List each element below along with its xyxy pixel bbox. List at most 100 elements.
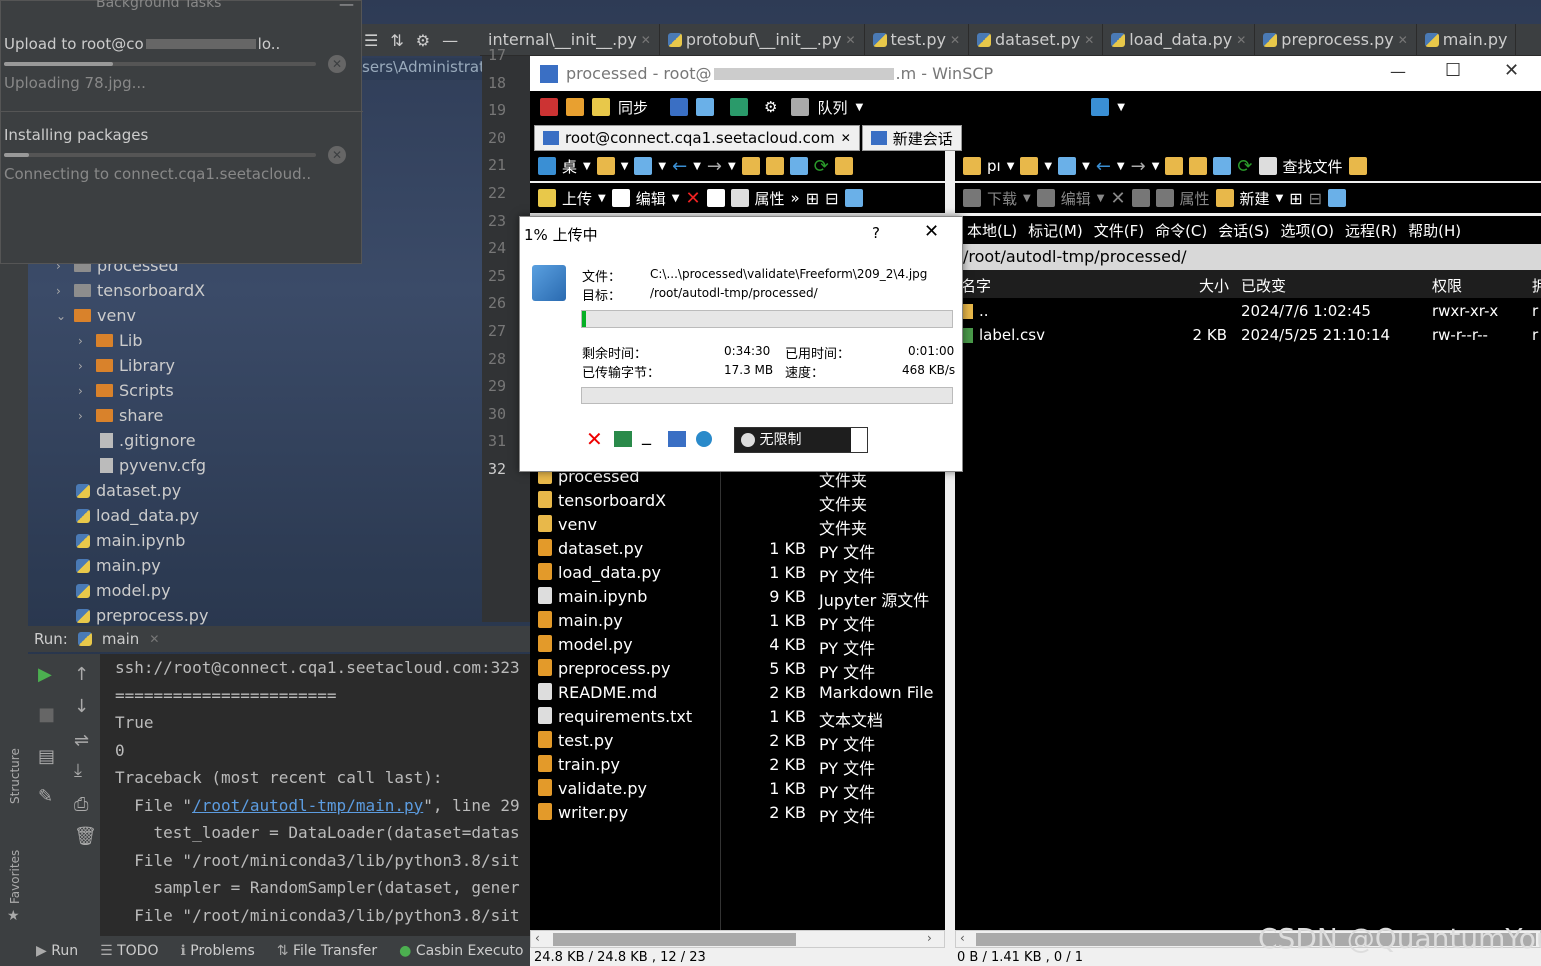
local-hscrollbar[interactable]: ‹ › bbox=[530, 930, 945, 948]
local-file-row[interactable]: preprocess.py 5 KB PY 文件 bbox=[530, 658, 945, 682]
root-dir-icon[interactable] bbox=[1189, 157, 1208, 175]
parent-dir-icon[interactable] bbox=[1165, 157, 1184, 175]
console-icon[interactable] bbox=[670, 98, 689, 116]
local-file-row[interactable]: test.py 2 KB PY 文件 bbox=[530, 730, 945, 754]
scroll-left-icon[interactable]: ‹ bbox=[535, 931, 540, 945]
find-files-button[interactable]: 查找文件 bbox=[1283, 156, 1343, 177]
open-folder-icon[interactable] bbox=[1020, 157, 1039, 175]
scroll-end-icon[interactable]: ⤓ bbox=[74, 760, 82, 781]
putty-icon[interactable] bbox=[696, 98, 715, 116]
root-dir-icon[interactable] bbox=[765, 157, 784, 175]
tree-item[interactable]: model.py bbox=[76, 581, 171, 600]
rename-icon[interactable] bbox=[706, 189, 725, 207]
editor-tab[interactable]: load_data.py ✕ bbox=[1103, 23, 1256, 56]
editor-tab[interactable]: test.py ✕ bbox=[865, 23, 969, 56]
refresh-icon[interactable]: ⟳ bbox=[814, 156, 829, 177]
tree-item[interactable]: main.py bbox=[76, 556, 161, 575]
local-file-row[interactable]: train.py 2 KB PY 文件 bbox=[530, 754, 945, 778]
col-rights[interactable]: 权限 bbox=[1432, 275, 1462, 296]
minimize-icon[interactable]: — bbox=[339, 0, 354, 13]
close-icon[interactable]: ✕ bbox=[950, 33, 960, 47]
local-file-row[interactable]: dataset.py 1 KB PY 文件 bbox=[530, 538, 945, 562]
pin-icon[interactable]: ✎ bbox=[38, 786, 53, 807]
close-icon[interactable]: ✕ bbox=[149, 632, 159, 646]
col-size[interactable]: 大小 bbox=[1199, 275, 1229, 296]
speed-limit-select[interactable]: 无限制 bbox=[734, 427, 868, 453]
synchronize-icon[interactable] bbox=[592, 98, 610, 116]
sync-button[interactable]: 同步 bbox=[618, 97, 648, 118]
minus-icon[interactable]: ⊟ bbox=[825, 189, 838, 208]
tree-item[interactable]: › Scripts bbox=[78, 381, 174, 400]
menu-item[interactable]: 选项(O) bbox=[1280, 220, 1334, 241]
arrow-down-icon[interactable]: ↓ bbox=[74, 696, 89, 717]
tree-item[interactable]: ⌄ venv bbox=[56, 306, 136, 325]
layout-icon[interactable]: ▤ bbox=[38, 746, 55, 767]
tree-item[interactable]: preprocess.py bbox=[76, 606, 208, 625]
remote-dir-select[interactable]: pı bbox=[987, 157, 1001, 175]
menu-item[interactable]: 会话(S) bbox=[1218, 220, 1269, 241]
structure-tab[interactable]: Structure bbox=[8, 748, 22, 804]
rename-icon[interactable] bbox=[1131, 189, 1150, 207]
tree-item[interactable]: load_data.py bbox=[76, 506, 199, 525]
print-icon[interactable]: ⎙ bbox=[74, 794, 88, 815]
cancel-icon[interactable]: ✕ bbox=[328, 146, 346, 164]
remote-file-row[interactable]: .. 2024/7/6 1:02:45 rwxr-xr-x r bbox=[955, 300, 1541, 324]
queue-icon[interactable] bbox=[668, 431, 686, 447]
filter-icon[interactable] bbox=[1328, 189, 1347, 207]
open-folder-icon[interactable] bbox=[596, 157, 615, 175]
filter-icon[interactable] bbox=[634, 157, 653, 175]
filter-icon[interactable] bbox=[844, 189, 863, 207]
parent-dir-icon[interactable] bbox=[741, 157, 760, 175]
menu-item[interactable]: 命令(C) bbox=[1155, 220, 1207, 241]
gear-icon[interactable]: ⚙ bbox=[416, 31, 430, 50]
queue-button[interactable]: 队列 bbox=[817, 97, 847, 118]
upload-button[interactable]: 上传 bbox=[562, 188, 592, 209]
cancel-icon[interactable]: ✕ bbox=[328, 55, 346, 73]
compare-icon[interactable] bbox=[540, 98, 558, 116]
local-file-row[interactable]: main.ipynb 9 KB Jupyter 源文件 bbox=[530, 586, 945, 610]
run-config-tab[interactable]: main bbox=[102, 630, 139, 648]
plus-icon[interactable]: ⊞ bbox=[806, 189, 819, 208]
run-console[interactable]: ssh://root@connect.cqa1.seetacloud.com:3… bbox=[100, 654, 530, 936]
tree-item[interactable]: › share bbox=[78, 406, 163, 425]
favorites-tab[interactable]: Favorites bbox=[8, 850, 22, 904]
scroll-right-icon[interactable]: › bbox=[927, 931, 932, 945]
col-changed[interactable]: 已改变 bbox=[1241, 275, 1286, 296]
col-name[interactable]: 名字 bbox=[961, 275, 991, 296]
cancel-icon[interactable]: ✕ bbox=[586, 427, 603, 451]
editor-tab[interactable]: dataset.py ✕ bbox=[969, 23, 1104, 56]
properties-button[interactable]: 属性 bbox=[755, 188, 785, 209]
gear-icon[interactable]: ⚙ bbox=[764, 98, 777, 116]
tree-item[interactable]: main.ipynb bbox=[76, 531, 185, 550]
back-icon[interactable]: ← bbox=[1096, 156, 1111, 177]
remote-file-row[interactable]: label.csv 2 KB 2024/5/25 21:10:14 rw-r--r--… bbox=[955, 324, 1541, 348]
plus-icon[interactable]: ⊞ bbox=[1289, 189, 1302, 208]
tree-item[interactable]: dataset.py bbox=[76, 481, 181, 500]
transfer-icon[interactable] bbox=[730, 98, 749, 116]
bottom-tool-todo[interactable]: ☰ TODO bbox=[100, 943, 158, 959]
queue-icon[interactable] bbox=[791, 98, 810, 116]
delete-icon[interactable]: ✕ bbox=[685, 188, 700, 209]
close-icon[interactable]: ✕ bbox=[1398, 33, 1408, 47]
refresh-session-icon[interactable] bbox=[1091, 98, 1110, 116]
tree-item[interactable]: › Library bbox=[78, 356, 175, 375]
stop-icon[interactable]: ■ bbox=[38, 704, 55, 725]
help-button[interactable]: ? bbox=[872, 224, 880, 242]
home-icon[interactable] bbox=[1213, 157, 1232, 175]
editor-tab[interactable]: protobuf\__init__.py ✕ bbox=[660, 23, 865, 56]
wrap-icon[interactable]: ⇌ bbox=[74, 730, 89, 751]
local-file-row[interactable]: tensorboardX 文件夹 bbox=[530, 490, 945, 514]
pane-splitter[interactable] bbox=[945, 456, 955, 930]
minimize-button[interactable]: — bbox=[1390, 62, 1406, 81]
bottom-tool-casbin-executo[interactable]: ● Casbin Executo bbox=[399, 943, 523, 959]
new-button[interactable]: 新建 bbox=[1240, 188, 1270, 209]
forward-icon[interactable]: → bbox=[1131, 156, 1146, 177]
bottom-tool-file-transfer[interactable]: ⇅ File Transfer bbox=[277, 943, 377, 959]
scroll-left-icon[interactable]: ‹ bbox=[960, 931, 965, 945]
scroll-thumb[interactable] bbox=[553, 933, 796, 946]
tree-item[interactable]: pyvenv.cfg bbox=[100, 456, 206, 475]
chevron-right-icon[interactable]: › bbox=[78, 359, 90, 373]
new-session-tab[interactable]: 新建会话 bbox=[861, 125, 962, 151]
tree-icon[interactable] bbox=[834, 157, 853, 175]
menu-item[interactable]: 本地(L) bbox=[967, 220, 1017, 241]
